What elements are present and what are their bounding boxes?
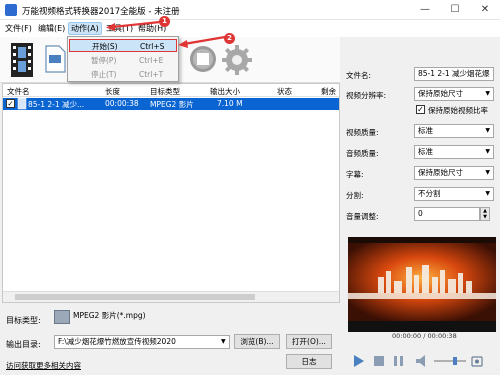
- row-filename: 85-1 2-1 减少...: [28, 100, 85, 109]
- video-preview: [348, 237, 496, 332]
- column-header-length[interactable]: 长度: [105, 86, 120, 97]
- subtitle-select[interactable]: 保持原始尺寸 ▼: [414, 166, 494, 180]
- callout-badge-1: 1: [159, 16, 170, 27]
- play-icon[interactable]: [354, 355, 364, 367]
- split-label: 分割:: [346, 191, 364, 200]
- gear-icon[interactable]: [221, 44, 253, 76]
- target-type-field[interactable]: MPEG2 影片(*.mpg): [70, 310, 220, 324]
- resolution-select[interactable]: 保持原始尺寸 ▼: [414, 87, 494, 101]
- chevron-down-icon: ▼: [485, 190, 490, 197]
- menu-tools[interactable]: 工具(T): [106, 23, 133, 34]
- close-button[interactable]: ✕: [470, 0, 500, 20]
- keep-ratio-label: 保持原始视频比率: [428, 106, 488, 115]
- maximize-button[interactable]: ☐: [440, 0, 470, 20]
- chevron-down-icon: ▼: [485, 90, 490, 97]
- chevron-down-icon: ▼: [485, 148, 490, 155]
- volume-input[interactable]: 0: [414, 207, 480, 221]
- menu-item-shortcut: Ctrl+T: [139, 70, 164, 79]
- player-time: 00:00:00 / 00:00:38: [392, 332, 457, 340]
- menu-item-shortcut: Ctrl+E: [139, 56, 164, 65]
- app-icon: [5, 4, 17, 16]
- file-list[interactable]: 文件名 长度 目标类型 输出大小 状态 剩余 ✓ 85-1 2-1 减少... …: [2, 83, 340, 303]
- video-quality-select[interactable]: 标准 ▼: [414, 124, 494, 138]
- title-bar: 万能视频格式转换器2017全能版 - 未注册 — ☐ ✕: [0, 0, 500, 20]
- split-select[interactable]: 不分割 ▼: [414, 187, 494, 201]
- pause-icon[interactable]: [394, 356, 397, 366]
- audio-quality-select[interactable]: 标准 ▼: [414, 145, 494, 159]
- player-controls: [354, 355, 483, 367]
- stop-icon[interactable]: [374, 356, 384, 366]
- column-header-status[interactable]: 状态: [277, 86, 292, 97]
- open-button[interactable]: 打开(O)...: [286, 334, 332, 349]
- column-header-filename[interactable]: 文件名: [7, 86, 30, 97]
- menu-item-label: 暂停(P): [91, 56, 117, 65]
- target-type-label: 目标类型:: [6, 316, 41, 325]
- file-add-icon[interactable]: [44, 45, 66, 73]
- output-dir-label: 输出目录:: [6, 340, 41, 349]
- video-file-icon: [17, 98, 27, 110]
- menu-item-label: 停止(T): [91, 70, 117, 79]
- column-header-remaining[interactable]: 剩余: [321, 86, 336, 97]
- volume-label: 音量调整:: [346, 212, 379, 221]
- row-checkbox[interactable]: ✓: [6, 99, 15, 108]
- stop-icon[interactable]: [189, 45, 217, 73]
- pause-bar-icon: [400, 356, 403, 366]
- menu-item-label: 开始(S): [92, 42, 118, 51]
- subtitle-value: 保持原始尺寸: [418, 168, 463, 177]
- subtitle-label: 字幕:: [346, 170, 364, 179]
- video-quality-label: 视频质量:: [346, 128, 379, 137]
- preview-frame-image: [348, 243, 496, 332]
- column-header-target-type[interactable]: 目标类型: [150, 86, 180, 97]
- menu-file[interactable]: 文件(F): [5, 23, 32, 34]
- column-header-output-size[interactable]: 输出大小: [210, 86, 240, 97]
- menu-item-pause[interactable]: 暂停(P) Ctrl+E: [69, 54, 177, 67]
- video-quality-value: 标准: [418, 126, 433, 135]
- volume-spinner[interactable]: ▲ ▼: [480, 207, 490, 221]
- volume-slider[interactable]: [434, 360, 466, 362]
- menu-action[interactable]: 动作(A): [68, 22, 102, 35]
- volume-slider-thumb[interactable]: [453, 357, 457, 365]
- keep-ratio-checkbox[interactable]: ✓: [416, 105, 425, 114]
- chevron-down-icon: ▼: [485, 127, 490, 134]
- action-dropdown-menu: 开始(S) Ctrl+S 暂停(P) Ctrl+E 停止(T) Ctrl+T: [67, 36, 179, 82]
- menu-edit[interactable]: 编辑(E): [38, 23, 65, 34]
- window-title: 万能视频格式转换器2017全能版 - 未注册: [22, 7, 180, 17]
- menu-item-stop[interactable]: 停止(T) Ctrl+T: [69, 68, 177, 81]
- menu-item-shortcut: Ctrl+S: [140, 42, 165, 51]
- split-value: 不分割: [418, 189, 441, 198]
- menu-bar: 文件(F) 编辑(E) 动作(A) 工具(T) 帮助(H): [0, 20, 500, 37]
- row-target-type: MPEG2 影片: [150, 100, 194, 109]
- callout-badge-2: 2: [224, 33, 235, 44]
- output-dir-input[interactable]: F:\减少烟花爆竹燃放宣传视频2020: [54, 335, 230, 349]
- filename-field[interactable]: 85-1 2-1 减少烟花爆: [414, 67, 494, 81]
- format-icon: [54, 310, 70, 324]
- chevron-down-icon: ▼: [485, 169, 490, 176]
- audio-quality-label: 音频质量:: [346, 149, 379, 158]
- film-add-icon[interactable]: [8, 43, 38, 77]
- horizontal-scrollbar[interactable]: [3, 291, 339, 302]
- table-row[interactable]: ✓ 85-1 2-1 减少... 00:00:38 MPEG2 影片 7.10 …: [3, 98, 339, 110]
- resolution-value: 保持原始尺寸: [418, 89, 463, 98]
- volume-icon[interactable]: [416, 355, 425, 367]
- camera-lens-icon: [475, 359, 479, 364]
- scrollbar-thumb[interactable]: [15, 294, 255, 300]
- row-output-size: 7.10 M: [217, 99, 243, 108]
- audio-quality-value: 标准: [418, 147, 433, 156]
- resolution-label: 视频分辨率:: [346, 91, 387, 100]
- log-button[interactable]: 日志: [286, 354, 332, 369]
- chevron-down-icon[interactable]: ▼: [221, 338, 226, 345]
- row-length: 00:00:38: [105, 99, 139, 108]
- browse-button[interactable]: 浏览(B)...: [234, 334, 280, 349]
- minimize-button[interactable]: —: [410, 0, 440, 20]
- more-content-link[interactable]: 访问获取更多相关内容: [6, 360, 81, 371]
- filename-label: 文件名:: [346, 71, 372, 80]
- list-header: 文件名 长度 目标类型 输出大小 状态 剩余: [3, 84, 339, 97]
- menu-item-start[interactable]: 开始(S) Ctrl+S: [69, 39, 177, 52]
